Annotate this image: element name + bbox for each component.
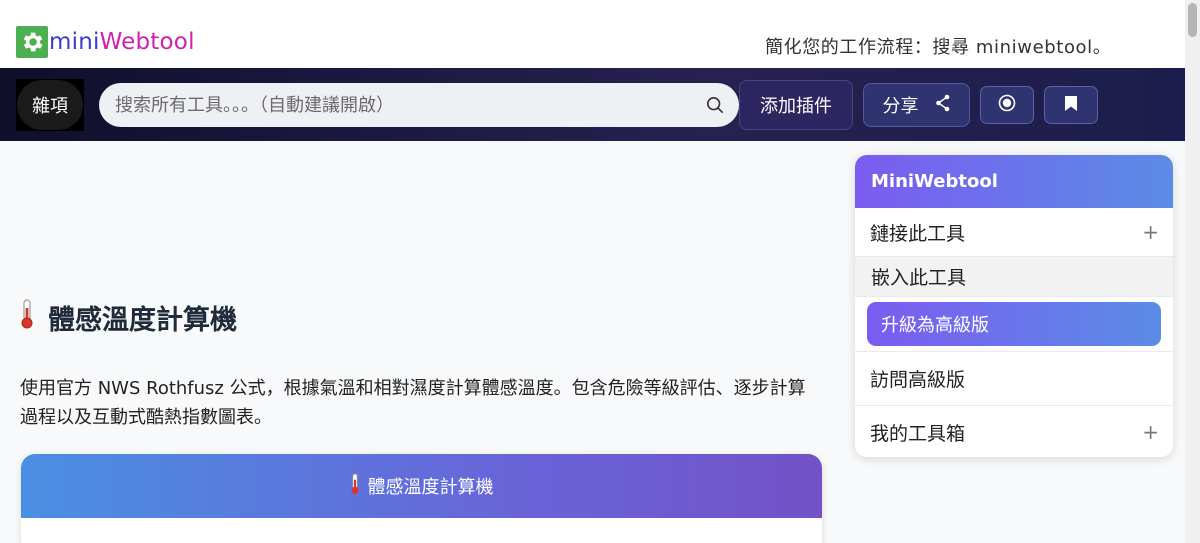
sidebar-panel: MiniWebtool 鏈接此工具 + 嵌入此工具 升級為高級版 訪問高級版 我… [855, 155, 1173, 457]
logo[interactable]: miniWebtool [16, 26, 195, 58]
search-input[interactable] [115, 94, 685, 116]
misc-button-label: 雜項 [17, 80, 83, 130]
top-header: miniWebtool 簡化您的工作流程：搜尋 miniwebtool。 [0, 0, 1185, 68]
calculator-card: 體感溫度計算機 [21, 454, 822, 543]
bookmark-icon [1064, 95, 1078, 116]
plus-icon: + [1142, 220, 1159, 244]
calculator-card-header: 體感溫度計算機 [21, 454, 822, 518]
record-button[interactable] [980, 86, 1034, 124]
calculator-card-title: 體感溫度計算機 [367, 477, 494, 498]
bookmark-button[interactable] [1044, 86, 1098, 124]
upgrade-premium-button[interactable]: 升級為高級版 [867, 302, 1161, 346]
navbar: 雜項 添加插件 分享 [0, 68, 1185, 141]
sidebar-item-upgrade-wrap: 升級為高級版 [855, 297, 1173, 352]
plus-icon: + [1142, 420, 1159, 444]
share-icon [935, 94, 951, 117]
logo-text: miniWebtool [49, 29, 195, 55]
logo-webtool: Webtool [99, 29, 195, 55]
logo-mini: mini [49, 29, 100, 55]
page-title-text: 體感溫度計算機 [48, 305, 237, 336]
sidebar-header: MiniWebtool [855, 155, 1173, 208]
search-icon[interactable] [706, 96, 724, 114]
page-scrollbar[interactable] [1185, 0, 1200, 543]
sidebar-item-visit-premium[interactable]: 訪問高級版 [855, 352, 1173, 406]
sidebar-item-label: 鏈接此工具 [870, 222, 966, 245]
gear-icon [16, 26, 48, 58]
record-icon [998, 94, 1016, 116]
tool-description: 使用官方 NWS Rothfusz 公式，根據氣溫和相對濕度計算體感溫度。包含危… [20, 378, 806, 428]
share-button-label: 分享 [882, 96, 919, 117]
scrollbar-thumb[interactable] [1188, 3, 1197, 37]
sidebar-item-label: 嵌入此工具 [871, 267, 967, 289]
page-title: 體感溫度計算機 [20, 298, 237, 337]
thermometer-icon [350, 473, 360, 500]
sidebar-item-my-toolbox[interactable]: 我的工具箱 + [855, 406, 1173, 457]
sidebar-item-label: 訪問高級版 [870, 369, 966, 391]
tagline: 簡化您的工作流程：搜尋 miniwebtool。 [765, 37, 1112, 58]
sidebar-item-label: 我的工具箱 [870, 422, 966, 445]
misc-button[interactable]: 雜項 [16, 79, 84, 131]
share-button[interactable]: 分享 [863, 83, 970, 127]
search-box [99, 83, 739, 127]
thermometer-icon [20, 299, 34, 336]
sidebar-item-link-tool[interactable]: 鏈接此工具 + [855, 208, 1173, 257]
add-plugin-button[interactable]: 添加插件 [739, 80, 853, 130]
sidebar-item-embed-tool[interactable]: 嵌入此工具 [855, 257, 1173, 297]
